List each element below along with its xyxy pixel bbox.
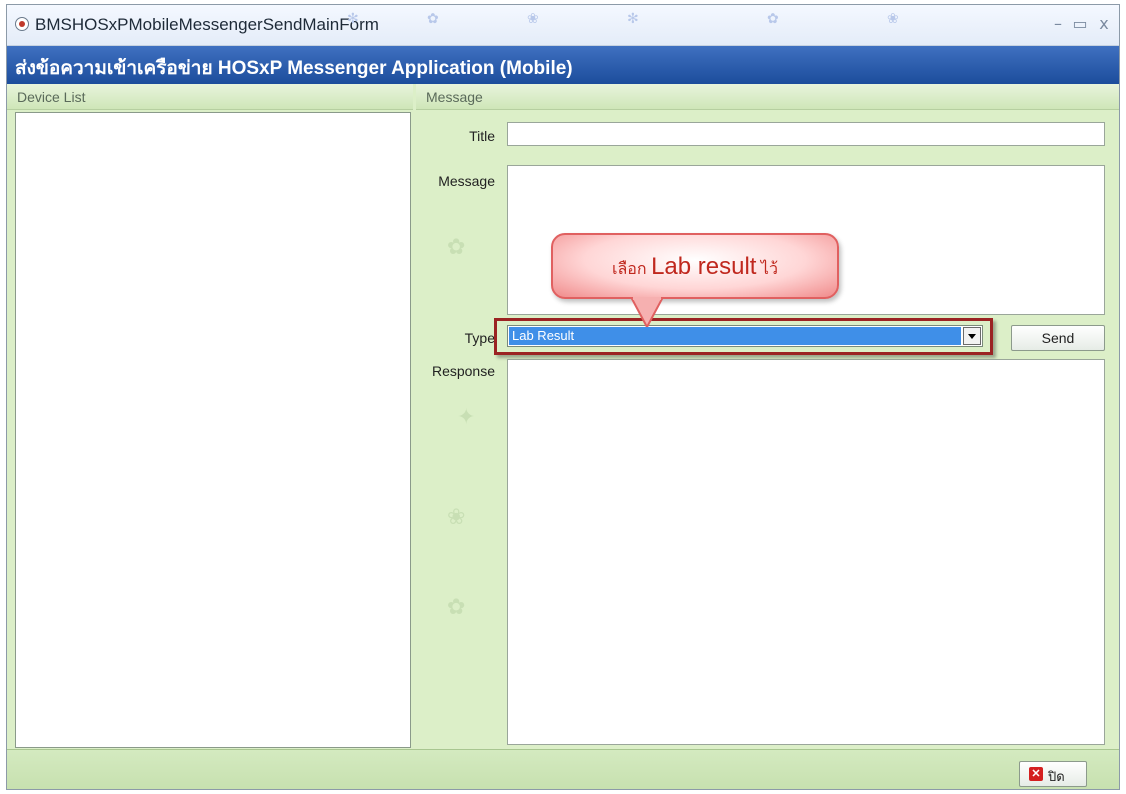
type-highlight-box — [494, 318, 993, 355]
app-window: BMSHOSxPMobileMessengerSendMainForm ✻ ✿ … — [6, 4, 1120, 790]
message-header-label: Message — [426, 89, 483, 105]
bottom-bar — [7, 749, 1119, 789]
callout-prefix: เลือก — [612, 261, 647, 278]
device-list[interactable] — [15, 112, 411, 748]
window-title: BMSHOSxPMobileMessengerSendMainForm — [35, 15, 379, 34]
annotation-callout: เลือก Lab result ไว้ — [551, 233, 839, 299]
device-list-header-label: Device List — [17, 89, 86, 105]
type-label: Type — [464, 330, 495, 346]
decor-flower-icon: ✿ — [767, 11, 779, 27]
decor-flower-icon: ✿ — [427, 11, 439, 27]
response-label: Response — [431, 363, 495, 379]
restore-icon[interactable]: ▭ — [1069, 14, 1091, 34]
header-banner: ส่งข้อความเข้าเครือข่าย HOSxP Messenger … — [7, 46, 1119, 84]
close-form-button[interactable]: ✕ ปิด — [1019, 761, 1087, 787]
banner-text: ส่งข้อความเข้าเครือข่าย HOSxP Messenger … — [15, 58, 573, 79]
message-label: Message — [438, 173, 495, 189]
device-list-header: Device List — [7, 84, 413, 110]
response-textarea[interactable] — [507, 359, 1105, 745]
title-label: Title — [469, 128, 495, 144]
app-icon[interactable] — [15, 17, 29, 31]
close-button-label: ปิด — [1048, 769, 1065, 784]
decor-flower-icon: ✿ — [447, 235, 466, 260]
decor-flower-icon: ✿ — [447, 595, 466, 620]
callout-suffix: ไว้ — [760, 261, 778, 278]
callout-text: เลือก Lab result ไว้ — [553, 253, 837, 282]
decor-flower-icon: ❀ — [447, 505, 466, 530]
decor-flower-icon: ✦ — [457, 405, 476, 430]
decor-flower-icon: ❀ — [887, 11, 899, 27]
close-icon[interactable]: x — [1093, 14, 1115, 34]
title-input[interactable] — [507, 122, 1105, 146]
decor-flower-icon: ✻ — [347, 11, 359, 27]
send-button[interactable]: Send — [1011, 325, 1105, 351]
callout-tail — [629, 297, 665, 327]
message-panel-header: Message — [416, 84, 1119, 110]
decor-flower-icon: ✻ — [627, 11, 639, 27]
decor-flower-icon: ❀ — [527, 11, 539, 27]
minimize-icon[interactable]: – — [1047, 14, 1069, 34]
callout-emphasis: Lab result — [651, 253, 757, 280]
title-bar: BMSHOSxPMobileMessengerSendMainForm ✻ ✿ … — [7, 5, 1119, 46]
close-x-icon: ✕ — [1029, 767, 1043, 781]
